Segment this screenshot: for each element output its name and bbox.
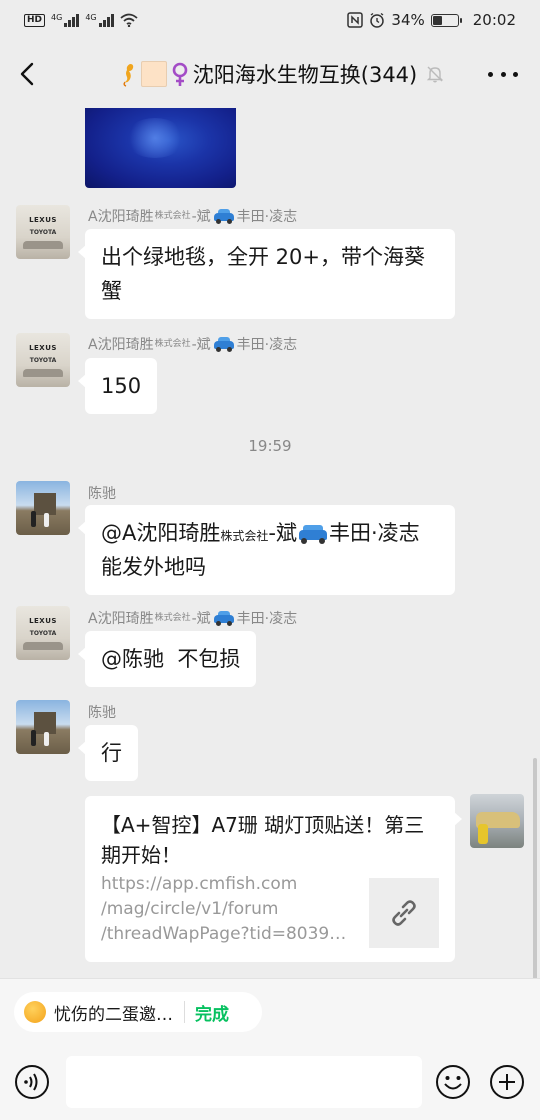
message-bubble[interactable]: 出个绿地毯，全开 20+，带个海葵蟹	[78, 229, 455, 319]
sender-name: 陈驰	[88, 486, 116, 502]
sender-name: A沈阳琦胜 株式会社 -斌 丰田·凌志	[88, 208, 298, 225]
message-input[interactable]	[66, 1056, 422, 1108]
link-thumbnail	[369, 878, 439, 948]
status-left: HD 4G 4G	[24, 13, 138, 27]
sender-name: A沈阳琦胜 株式会社 -斌 丰田·凌志	[88, 336, 298, 353]
avatar-lexus[interactable]: LEXUS TOYOTA	[16, 205, 70, 259]
car-emoji-icon	[213, 336, 235, 352]
title-square-emoji-icon	[140, 61, 167, 87]
signal-icon-2: 4G	[85, 13, 114, 27]
wifi-icon	[120, 13, 138, 27]
message-bubble[interactable]: 150	[77, 358, 158, 414]
chat-title: 沈阳海水生物互换(344)	[96, 40, 440, 108]
quote-bar: 忧伤的二蛋邀… 完成	[0, 978, 540, 1044]
chat-messages[interactable]: LEXUS TOYOTA A沈阳琦胜 株式会社 -斌 丰田·凌志 出个绿地毯，全开 2…	[0, 108, 540, 978]
invite-pill[interactable]: 忧伤的二蛋邀… 完成	[14, 992, 262, 1032]
avatar-lexus[interactable]: LEXUS TOYOTA	[16, 606, 70, 660]
seahorse-emoji-icon	[123, 64, 133, 87]
avatar-lexus[interactable]: LEXUS TOYOTA	[16, 333, 70, 387]
status-bar: HD 4G 4G 34% 20:02	[0, 0, 540, 40]
car-emoji-icon	[298, 524, 328, 544]
message-bubble[interactable]: @A沈阳琦胜株式会社-斌 丰田·凌志 能发外地吗	[78, 505, 455, 595]
image-message[interactable]	[85, 108, 236, 188]
car-emoji-icon	[213, 208, 235, 224]
link-title: 【A+智控】A7珊 瑚灯顶贴送！第三期开始！	[101, 813, 425, 867]
avatar-chenchi[interactable]	[16, 481, 70, 535]
sender-name: A沈阳琦胜 株式会社 -斌 丰田·凌志	[88, 610, 298, 627]
link-card-message[interactable]: 【A+智控】A7珊 瑚灯顶贴送！第三期开始！ https://app.cmfis…	[85, 796, 462, 962]
timestamp: 19:59	[248, 437, 292, 455]
message-bubble[interactable]: @陈驰 不包损	[77, 631, 257, 687]
clock: 20:02	[472, 11, 516, 29]
nav-bar: 沈阳海水生物互换(344)	[0, 40, 540, 108]
more-options-button[interactable]	[488, 64, 518, 84]
done-button[interactable]: 完成	[195, 1000, 229, 1025]
nfc-icon	[347, 12, 364, 28]
input-bar	[0, 1044, 540, 1120]
battery-icon	[430, 13, 462, 27]
status-right: 34% 20:02	[347, 11, 516, 29]
message-bubble[interactable]: 行	[78, 725, 138, 781]
scrollbar[interactable]	[533, 758, 537, 978]
female-sign-icon	[172, 62, 188, 86]
emoji-button[interactable]	[435, 1064, 471, 1100]
link-url: https://app.cmfish.com /mag/circle/v1/fo…	[101, 874, 347, 944]
invite-text: 忧伤的二蛋邀…	[54, 1004, 173, 1025]
page-title: 沈阳海水生物互换(344)	[192, 63, 418, 87]
more-functions-button[interactable]	[489, 1064, 525, 1100]
back-button[interactable]	[16, 58, 40, 90]
avatar-chenchi[interactable]	[16, 700, 70, 754]
link-icon	[392, 900, 416, 926]
car-emoji-icon	[213, 610, 235, 626]
divider	[184, 1001, 185, 1023]
alarm-icon	[370, 12, 385, 28]
voice-input-button[interactable]	[14, 1064, 50, 1100]
avatar-self[interactable]	[470, 794, 524, 848]
hd-badge: HD	[24, 13, 46, 27]
invite-avatar	[24, 1001, 46, 1023]
sender-name: 陈驰	[88, 705, 116, 721]
mute-bell-icon	[426, 66, 444, 83]
signal-icon: 4G	[51, 13, 80, 27]
battery-percent: 34%	[391, 11, 425, 29]
